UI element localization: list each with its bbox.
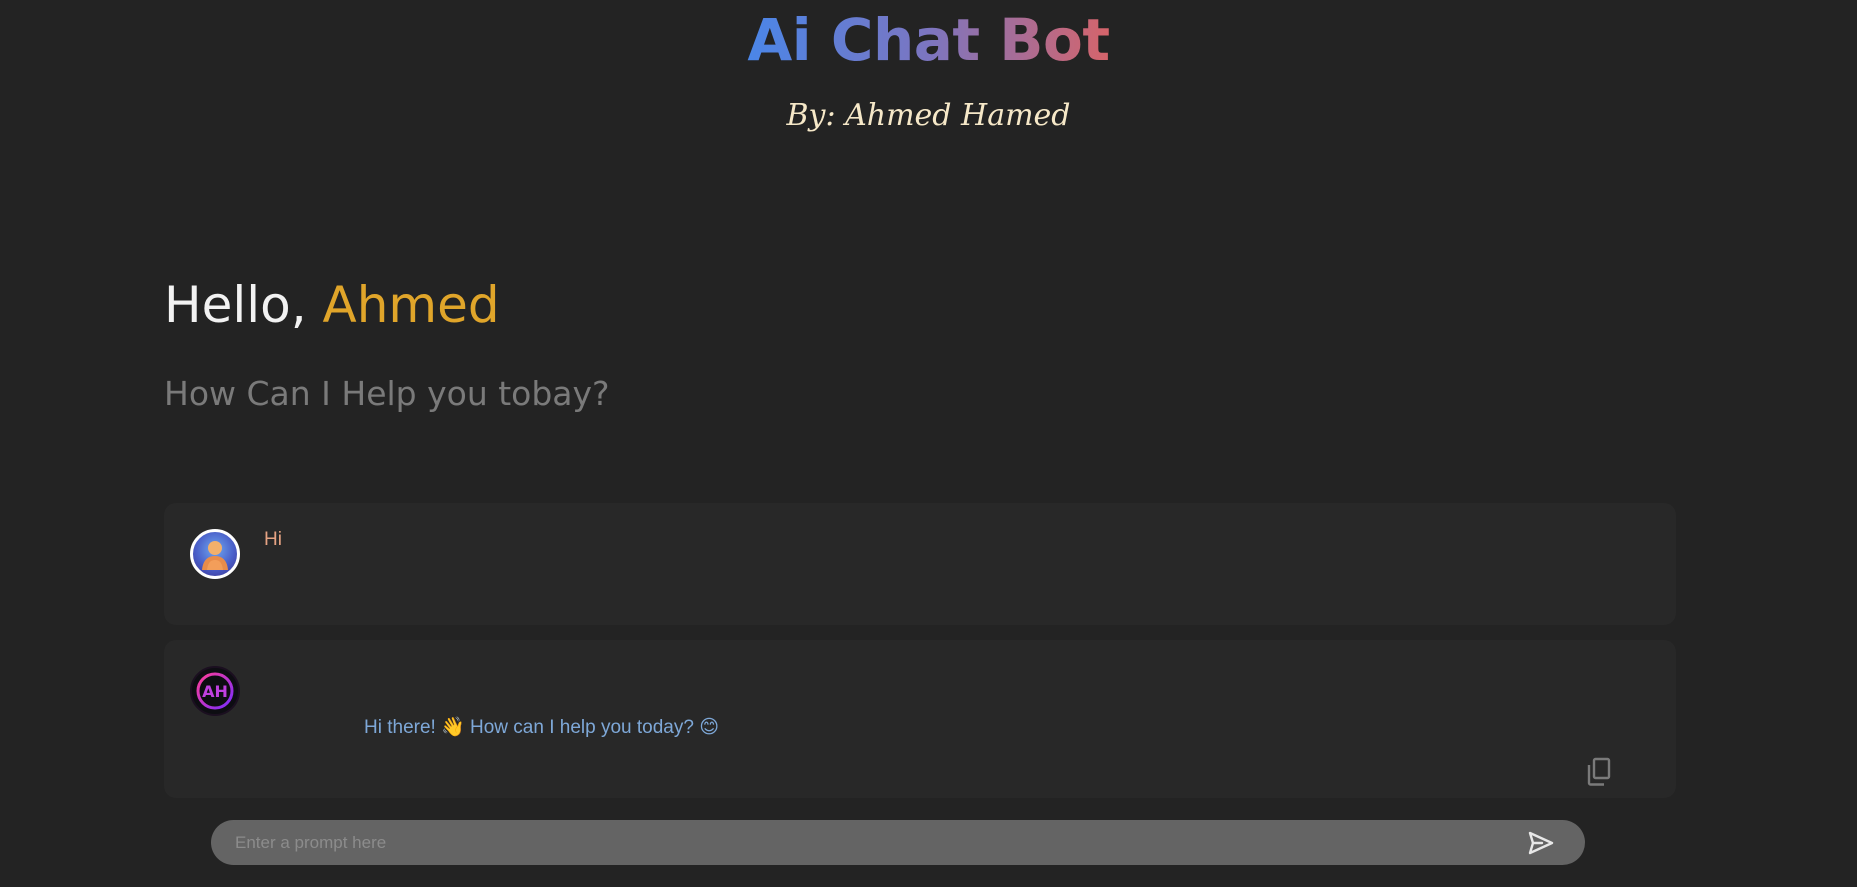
copy-button[interactable] xyxy=(1584,756,1614,788)
author-signature: By: Ahmed Hamed xyxy=(786,98,1071,133)
send-icon xyxy=(1528,831,1554,855)
prompt-input[interactable] xyxy=(235,820,1505,865)
app-title-text: Ai Chat Bot xyxy=(747,6,1110,74)
copy-icon xyxy=(1587,757,1611,786)
user-message-card: Hi xyxy=(164,503,1676,625)
ah-logo-letters: AH xyxy=(202,682,228,701)
greeting-name: Ahmed xyxy=(322,276,500,334)
bot-message-card: AH Hi there! 👋 How can I help you today?… xyxy=(164,640,1676,798)
user-avatar-icon xyxy=(190,529,240,579)
prompt-bar xyxy=(211,820,1585,865)
user-avatar-icon-graphic xyxy=(202,541,228,570)
greeting-subtitle: How Can I Help you tobay? xyxy=(164,374,610,413)
send-button[interactable] xyxy=(1527,830,1555,856)
ah-logo-graphic: AH xyxy=(196,672,234,710)
chat-page: Ai Chat Bot By: Ahmed Hamed Hello, Ahmed… xyxy=(0,0,1857,887)
ah-logo-icon: AH xyxy=(190,666,240,716)
bot-message-text: Hi there! 👋 How can I help you today? 😊 xyxy=(364,717,720,738)
app-title: Ai Chat Bot xyxy=(0,6,1857,74)
greeting-hello: Hello, xyxy=(164,276,323,334)
greeting-heading: Hello, Ahmed xyxy=(164,276,500,334)
user-message-text: Hi xyxy=(264,529,282,550)
